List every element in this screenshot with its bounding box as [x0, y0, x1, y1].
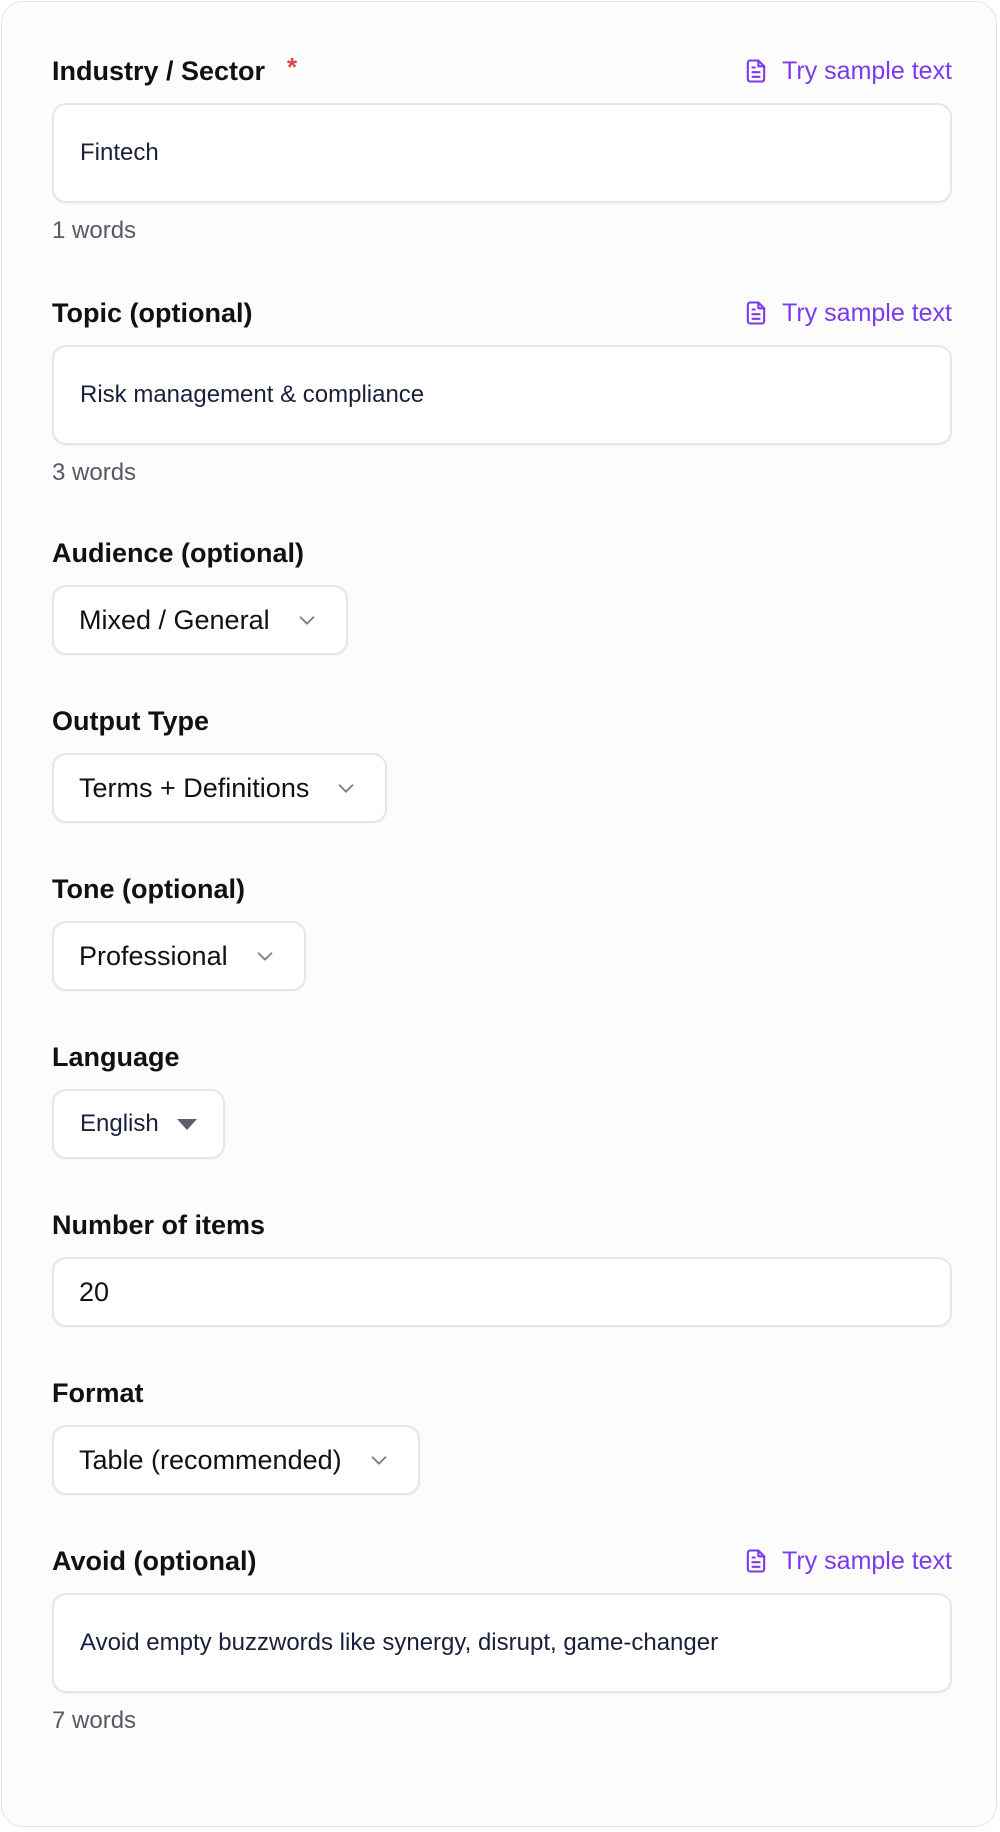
output-type-label: Output Type — [52, 706, 209, 736]
output-type-select[interactable]: Terms + Definitions — [52, 753, 388, 823]
format-selected-value: Table (recommended) — [79, 1444, 342, 1475]
avoid-field: Avoid (optional) Try sample text Avoid e… — [52, 1541, 952, 1737]
required-asterisk: * — [287, 52, 298, 82]
format-label: Format — [52, 1378, 144, 1408]
industry-textarea[interactable]: Fintech — [52, 103, 952, 203]
language-field: Language English — [52, 1037, 952, 1159]
topic-try-sample-link[interactable]: Try sample text — [742, 293, 952, 333]
try-sample-label: Try sample text — [782, 298, 952, 327]
audience-selected-value: Mixed / General — [79, 604, 270, 635]
industry-try-sample-link[interactable]: Try sample text — [742, 51, 952, 91]
avoid-label: Avoid (optional) — [52, 1546, 257, 1576]
format-select[interactable]: Table (recommended) — [52, 1425, 420, 1495]
format-field: Format Table (recommended) — [52, 1373, 952, 1495]
language-label: Language — [52, 1042, 180, 1072]
topic-field: Topic (optional) Try sample text Risk ma… — [52, 293, 952, 489]
document-icon — [746, 59, 766, 83]
avoid-word-count: 7 words — [52, 1707, 137, 1734]
document-icon — [746, 1549, 766, 1573]
topic-value: Risk management & compliance — [80, 381, 425, 408]
topic-textarea[interactable]: Risk management & compliance — [52, 345, 952, 445]
industry-label: Industry / Sector — [52, 56, 266, 86]
tone-field: Tone (optional) Professional — [52, 869, 952, 991]
avoid-try-sample-link[interactable]: Try sample text — [742, 1541, 952, 1581]
topic-word-count: 3 words — [52, 459, 137, 486]
topic-label: Topic (optional) — [52, 298, 253, 328]
output-type-field: Output Type Terms + Definitions — [52, 701, 952, 823]
chevron-down-icon — [257, 952, 272, 961]
chevron-down-icon — [339, 784, 354, 793]
tone-selected-value: Professional — [79, 940, 228, 971]
form-card: Industry / Sector * Try sample text Finte… — [1, 1, 997, 1827]
audience-field: Audience (optional) Mixed / General — [52, 533, 952, 655]
chevron-down-icon — [371, 1456, 386, 1465]
document-icon — [746, 301, 766, 325]
output-type-selected-value: Terms + Definitions — [79, 772, 310, 803]
tone-label: Tone (optional) — [52, 874, 245, 904]
avoid-value: Avoid empty buzzwords like synergy, disr… — [80, 1629, 719, 1656]
industry-label-wrap: Industry / Sector * — [52, 51, 297, 91]
industry-field: Industry / Sector * Try sample text Finte… — [52, 51, 952, 247]
chevron-down-icon — [299, 616, 314, 625]
avoid-textarea[interactable]: Avoid empty buzzwords like synergy, disr… — [52, 1593, 952, 1693]
industry-word-count: 1 words — [52, 217, 137, 244]
number-of-items-field: Number of items 20 — [52, 1205, 952, 1327]
try-sample-label: Try sample text — [782, 56, 952, 85]
language-selected-value: English — [80, 1110, 159, 1137]
caret-down-icon — [176, 1118, 197, 1130]
industry-value: Fintech — [80, 139, 159, 166]
audience-select[interactable]: Mixed / General — [52, 585, 348, 655]
audience-label: Audience (optional) — [52, 538, 304, 568]
tone-select[interactable]: Professional — [52, 921, 306, 991]
try-sample-label: Try sample text — [782, 1546, 952, 1575]
language-select[interactable]: English — [52, 1089, 225, 1159]
number-of-items-input[interactable]: 20 — [52, 1257, 952, 1327]
number-of-items-label: Number of items — [52, 1210, 266, 1240]
number-of-items-value: 20 — [79, 1276, 110, 1307]
